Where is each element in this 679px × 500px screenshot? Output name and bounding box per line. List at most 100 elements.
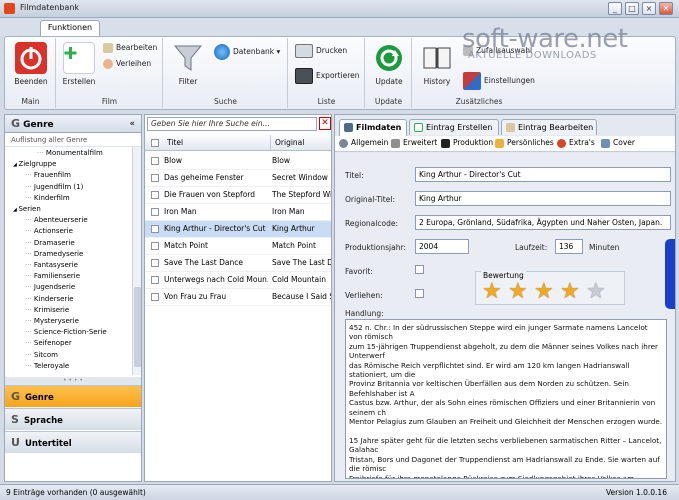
tree-node[interactable]: ··· Mysteryserie xyxy=(25,317,79,325)
favorit-checkbox[interactable] xyxy=(415,265,424,274)
table-row[interactable]: Match Point Match Point xyxy=(145,238,331,255)
star-icon[interactable]: ★ xyxy=(586,281,606,303)
drucken-button[interactable]: Drucken xyxy=(295,44,347,58)
scrollbar-thumb[interactable] xyxy=(134,287,141,367)
tree-node[interactable]: ◢ Zielgruppe xyxy=(13,160,56,168)
star-icon[interactable]: ★ xyxy=(508,281,528,303)
table-row[interactable]: Die Frauen von Stepford The Stepford Wiv xyxy=(145,187,331,204)
star-icon[interactable]: ★ xyxy=(560,281,580,303)
close-button[interactable]: ✕ xyxy=(659,2,673,15)
column-header-titel[interactable]: Titel xyxy=(167,138,183,147)
nav-button-0[interactable]: G Genre xyxy=(5,385,141,407)
tree-node[interactable]: ··· Kinderfilm xyxy=(25,194,70,202)
verleihen-button[interactable]: Verleihen xyxy=(103,59,151,69)
genre-tree-scrollbar[interactable] xyxy=(132,147,141,375)
tree-node[interactable]: ··· Familienserie xyxy=(25,272,80,280)
tree-node[interactable]: ··· Krimiserie xyxy=(25,306,69,314)
tree-node[interactable]: ··· Abenteuerserie xyxy=(25,216,88,224)
tree-node[interactable]: ··· Monumentalfilm xyxy=(37,149,103,157)
row-checkbox[interactable] xyxy=(151,242,159,250)
tree-node[interactable]: ··· Seifenoper xyxy=(25,339,72,347)
nav-button-2[interactable]: U Untertitel xyxy=(5,431,141,453)
beenden-button[interactable]: Beenden xyxy=(10,42,52,86)
table-row[interactable]: Unterwegs nach Cold Moun... Cold Mountain xyxy=(145,272,331,289)
row-checkbox[interactable] xyxy=(151,259,159,267)
original-titel-field[interactable]: King Arthur xyxy=(415,191,671,206)
tree-line-icon: ··· xyxy=(37,149,46,157)
minimize-button[interactable]: □ xyxy=(625,2,639,15)
tree-node[interactable]: ··· Jugendserie xyxy=(25,283,75,291)
tree-node[interactable]: ··· Dramedyserie xyxy=(25,250,83,258)
genre-tree[interactable]: ··· Monumentalfilm ◢ Zielgruppe ··· Frauen… xyxy=(5,147,131,375)
clear-search-button[interactable]: ✕ xyxy=(319,117,331,130)
verliehen-checkbox[interactable] xyxy=(415,289,424,298)
row-checkbox[interactable] xyxy=(151,225,159,233)
tree-node[interactable]: ··· Frauenfilm xyxy=(25,171,71,179)
subtab-extras[interactable]: Extra's xyxy=(557,138,595,148)
tree-node[interactable]: ··· Dramaserie xyxy=(25,239,75,247)
globe-icon xyxy=(214,44,230,60)
table-row[interactable]: Save The Last Dance Save The Last D xyxy=(145,255,331,272)
select-all-checkbox[interactable] xyxy=(151,139,159,147)
tree-node-label: Actionserie xyxy=(33,227,73,236)
tree-node-label: Seifenoper xyxy=(33,339,72,348)
exportieren-button[interactable]: Exportieren xyxy=(295,68,360,84)
tab-funktionen[interactable]: Funktionen xyxy=(40,20,100,36)
handlung-text[interactable]: 452 n. Chr.: In der südrussischen Steppe… xyxy=(345,319,667,479)
maximize-button[interactable]: × xyxy=(642,2,656,15)
tree-node[interactable]: ··· Science-Fiction-Serie xyxy=(25,328,107,336)
datenbank-button[interactable]: Datenbank ▾ xyxy=(214,44,280,60)
row-title: King Arthur - Director's Cut xyxy=(164,224,266,233)
row-checkbox[interactable] xyxy=(151,174,159,182)
column-header-original[interactable]: Original xyxy=(275,138,304,147)
bearbeiten-button[interactable]: Bearbeiten xyxy=(103,43,157,53)
star-icon[interactable]: ★ xyxy=(482,281,502,303)
table-row[interactable]: Iron Man Iron Man xyxy=(145,204,331,221)
subtab-erweitert[interactable]: Erweitert xyxy=(391,138,437,148)
star-rating[interactable]: ★ ★ ★ ★ ★ xyxy=(482,272,622,306)
table-row[interactable]: Das geheime Fenster Secret Window xyxy=(145,170,331,187)
table-row[interactable]: Blow Blow xyxy=(145,153,331,170)
tab-eintrag-erstellen[interactable]: Eintrag Erstellen xyxy=(409,119,499,135)
tree-node[interactable]: ··· Teleroyale xyxy=(25,362,69,370)
laufzeit-field[interactable]: 136 xyxy=(555,239,583,254)
nav-button-1[interactable]: S Sprache xyxy=(5,408,141,430)
tree-node[interactable]: ◢ Serien xyxy=(13,205,41,213)
erstellen-button[interactable]: Erstellen xyxy=(59,42,99,86)
subtab-allgemein[interactable]: Allgemein xyxy=(339,138,388,148)
help-button[interactable]: _ xyxy=(608,2,622,15)
einstellungen-button[interactable]: Einstellungen xyxy=(463,72,535,90)
collapse-panel-button[interactable]: « xyxy=(129,115,135,133)
subtab-produktion[interactable]: Produktion xyxy=(441,138,493,148)
tab-eintrag-bearbeiten[interactable]: Eintrag Bearbeiten xyxy=(501,119,597,135)
tree-node[interactable]: ··· Fantasyserie xyxy=(25,261,78,269)
star-icon[interactable]: ★ xyxy=(534,281,554,303)
table-row[interactable]: Von Frau zu Frau Because I Said S xyxy=(145,289,331,306)
detail-form: Titel: King Arthur - Director's Cut Orig… xyxy=(335,153,675,481)
subtab-persoenliches[interactable]: Persönliches xyxy=(495,138,554,148)
row-checkbox[interactable] xyxy=(151,157,159,165)
row-checkbox[interactable] xyxy=(151,276,159,284)
row-checkbox[interactable] xyxy=(151,191,159,199)
tree-node[interactable]: ··· Sitcom xyxy=(25,351,58,359)
tree-node[interactable]: ··· Actionserie xyxy=(25,227,73,235)
tree-node[interactable]: ··· Kinderserie xyxy=(25,295,74,303)
subtab-cover[interactable]: Cover xyxy=(601,138,635,148)
panel-splitter[interactable]: • • • • xyxy=(5,377,141,385)
tree-node[interactable]: ··· Jugendfilm (1) xyxy=(25,183,83,191)
filter-icon xyxy=(172,42,204,74)
tab-filmdaten[interactable]: Filmdaten xyxy=(339,119,407,136)
row-checkbox[interactable] xyxy=(151,208,159,216)
produktionsjahr-field[interactable]: 2004 xyxy=(415,239,469,254)
floppy-icon xyxy=(295,68,313,84)
row-original: The Stepford Wiv xyxy=(272,190,331,199)
table-row[interactable]: King Arthur - Director's Cut King Arthur xyxy=(145,221,331,238)
history-button[interactable]: History xyxy=(417,42,457,86)
search-input[interactable]: Geben Sie hier Ihre Suche ein... xyxy=(147,117,317,131)
regionalcode-field[interactable]: 2 Europa, Grönland, Südafrika, Ägypten u… xyxy=(415,215,671,230)
app-icon xyxy=(4,3,15,14)
filter-button[interactable]: Filter xyxy=(170,42,206,86)
row-checkbox[interactable] xyxy=(151,293,159,301)
titel-field[interactable]: King Arthur - Director's Cut xyxy=(415,167,671,182)
update-button[interactable]: Update xyxy=(370,42,408,86)
